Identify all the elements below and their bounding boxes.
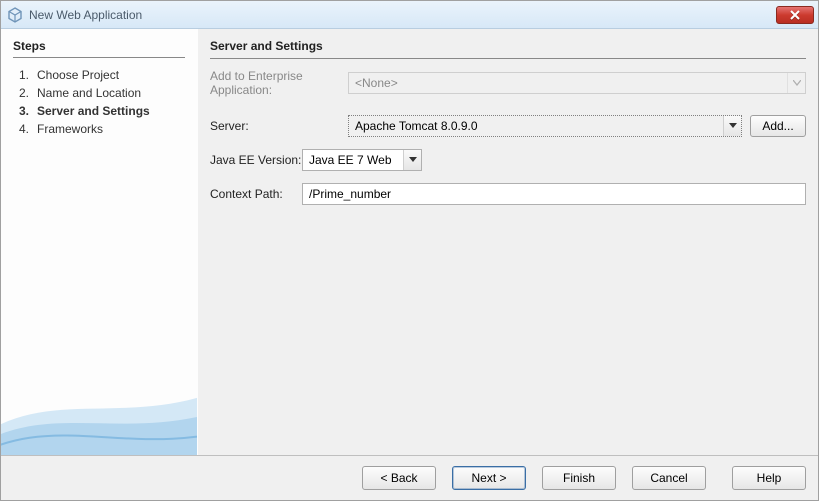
next-button[interactable]: Next > xyxy=(452,466,526,490)
netbeans-cube-icon xyxy=(7,7,23,23)
page-heading: Server and Settings xyxy=(210,39,806,59)
row-enterprise: Add to Enterprise Application: <None> xyxy=(210,69,806,97)
javaee-label: Java EE Version: xyxy=(210,153,302,167)
server-combo[interactable]: Apache Tomcat 8.0.9.0 xyxy=(348,115,742,137)
wizard-footer: < Back Next > Finish Cancel Help xyxy=(1,455,818,500)
row-javaee: Java EE Version: Java EE 7 Web xyxy=(210,149,806,171)
chevron-down-icon[interactable] xyxy=(723,116,741,136)
javaee-value: Java EE 7 Web xyxy=(303,153,403,167)
add-server-button[interactable]: Add... xyxy=(750,115,806,137)
window-title: New Web Application xyxy=(29,8,142,22)
step-name-and-location: 2.Name and Location xyxy=(19,84,185,102)
enterprise-value: <None> xyxy=(349,76,787,90)
cancel-button[interactable]: Cancel xyxy=(632,466,706,490)
server-value: Apache Tomcat 8.0.9.0 xyxy=(349,119,723,133)
finish-button[interactable]: Finish xyxy=(542,466,616,490)
enterprise-label: Add to Enterprise Application: xyxy=(210,69,348,97)
enterprise-combo: <None> xyxy=(348,72,806,94)
settings-panel: Server and Settings Add to Enterprise Ap… xyxy=(198,29,818,455)
row-context-path: Context Path: xyxy=(210,183,806,205)
close-icon xyxy=(790,10,800,20)
chevron-down-icon xyxy=(787,73,805,93)
step-choose-project: 1.Choose Project xyxy=(19,66,185,84)
chevron-down-icon[interactable] xyxy=(403,150,421,170)
steps-panel: Steps 1.Choose Project 2.Name and Locati… xyxy=(1,29,198,455)
steps-list: 1.Choose Project 2.Name and Location 3.S… xyxy=(1,66,197,138)
step-frameworks: 4.Frameworks xyxy=(19,120,185,138)
close-button[interactable] xyxy=(776,6,814,24)
context-path-label: Context Path: xyxy=(210,187,302,201)
wizard-body: Steps 1.Choose Project 2.Name and Locati… xyxy=(1,29,818,455)
row-server: Server: Apache Tomcat 8.0.9.0 Add... xyxy=(210,115,806,137)
back-button[interactable]: < Back xyxy=(362,466,436,490)
steps-heading: Steps xyxy=(13,39,185,58)
context-path-input[interactable] xyxy=(302,183,806,205)
titlebar: New Web Application xyxy=(1,1,818,29)
step-server-and-settings: 3.Server and Settings xyxy=(19,102,185,120)
decorative-swoosh xyxy=(1,345,198,455)
javaee-combo[interactable]: Java EE 7 Web xyxy=(302,149,422,171)
server-label: Server: xyxy=(210,119,348,133)
help-button[interactable]: Help xyxy=(732,466,806,490)
